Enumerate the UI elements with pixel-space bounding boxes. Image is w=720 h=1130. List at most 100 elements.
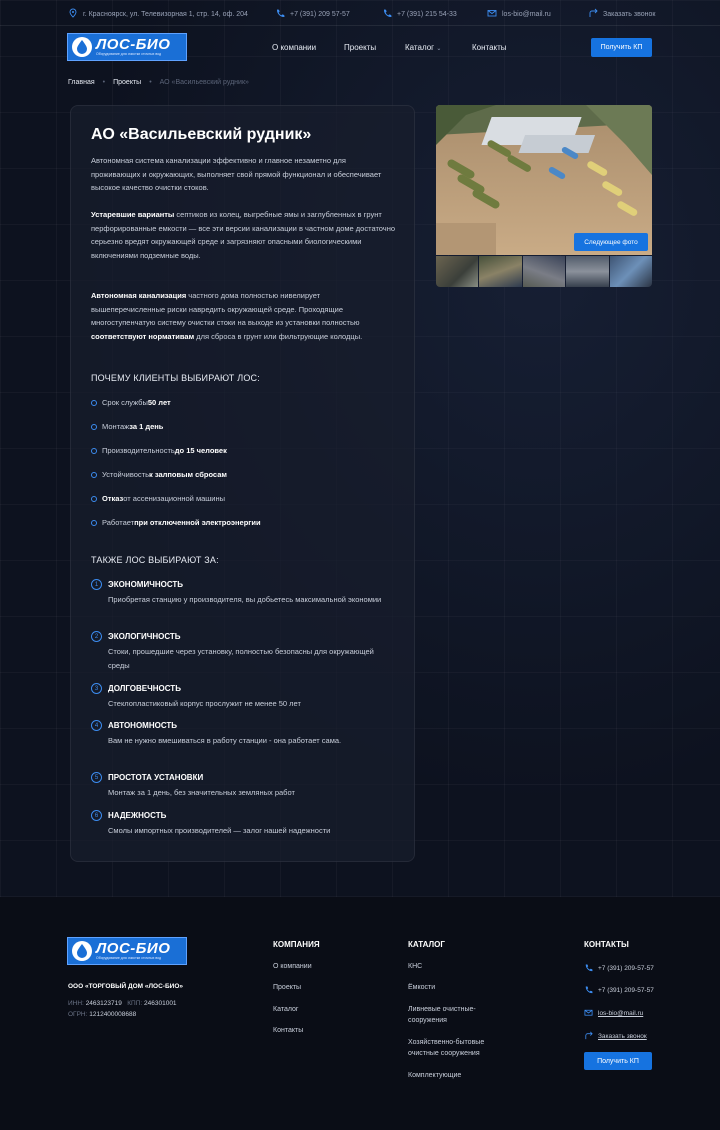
- location-icon: [68, 8, 78, 20]
- bullet-dot: [91, 495, 97, 502]
- bullet-dot: [91, 471, 97, 478]
- thumbnail[interactable]: [566, 256, 609, 287]
- project-gallery: Следующее фото: [436, 105, 652, 287]
- address-text: г. Красноярск, ул. Телевизорная 1, стр. …: [83, 10, 248, 18]
- paragraph-autonomous-bold: Автономная канализация: [91, 291, 187, 300]
- inn-value: 2463123719: [85, 1000, 122, 1007]
- project-card: АО «Васильевский рудник» Автономная сист…: [70, 105, 415, 862]
- footer-email[interactable]: los-bio@mail.ru: [584, 1008, 643, 1019]
- get-quote-button[interactable]: Получить КП: [591, 38, 652, 57]
- footer-phone-1[interactable]: +7 (391) 209-57-57: [584, 963, 654, 974]
- phone-text-2: +7 (391) 215 54-33: [397, 10, 457, 18]
- nav-item-about[interactable]: О компании: [272, 43, 316, 52]
- breadcrumb-projects[interactable]: Проекты: [113, 79, 141, 86]
- email-text: los-bio@mail.ru: [502, 10, 551, 18]
- why-item: Работает при отключенной электроэнергии: [91, 518, 261, 527]
- thumbnail[interactable]: [479, 256, 522, 287]
- phone-link-1[interactable]: +7 (391) 209 57-57: [275, 8, 350, 20]
- why-item-text: Устойчивость: [102, 470, 149, 479]
- why-item: Срок службы 50 лет: [91, 398, 171, 407]
- nav-item-catalog[interactable]: Каталог ⌄: [405, 43, 441, 52]
- feature-number: 4: [91, 720, 102, 731]
- callback-text: Заказать звонок: [603, 10, 656, 18]
- feature-title: ДОЛГОВЕЧНОСТЬ: [108, 684, 181, 693]
- why-item-post: от ассенизационной машины: [123, 494, 226, 503]
- paragraph-outdated-bold: Устаревшие варианты: [91, 210, 175, 219]
- callback-link[interactable]: Заказать звонок: [588, 8, 655, 20]
- why-item-text: Работает: [102, 518, 135, 527]
- footer-link-contacts[interactable]: Контакты: [273, 1025, 303, 1036]
- breadcrumb-separator: •: [149, 79, 152, 86]
- footer-catalog-title: КАТАЛОГ: [408, 940, 445, 949]
- kpp-value: 246301001: [144, 1000, 177, 1007]
- footer-get-quote-button[interactable]: Получить КП: [584, 1052, 652, 1070]
- feature-title: НАДЕЖНОСТЬ: [108, 811, 167, 820]
- phone-icon: [275, 8, 285, 20]
- breadcrumb-current: АО «Васильевский рудник»: [159, 79, 249, 86]
- why-item-bold: к залповым сбросам: [149, 470, 227, 479]
- paragraph-autonomous: Автономная канализация частного дома пол…: [91, 289, 396, 343]
- water-drop-icon: [72, 941, 92, 961]
- email-link[interactable]: los-bio@mail.ru: [487, 8, 551, 20]
- footer-link-about[interactable]: О компании: [273, 961, 312, 972]
- address-item: г. Красноярск, ул. Телевизорная 1, стр. …: [68, 8, 248, 20]
- thumbnail[interactable]: [522, 256, 566, 287]
- thumbnail-strip: [436, 256, 652, 287]
- site-logo[interactable]: ЛОС-БИО Оборудование для очистки сточных…: [67, 33, 187, 61]
- feature-desc: Стеклопластиковый корпус прослужит не ме…: [108, 699, 301, 708]
- footer-link-projects[interactable]: Проекты: [273, 982, 301, 993]
- thumbnail[interactable]: [436, 256, 479, 287]
- why-item-bold: до 15 человек: [174, 446, 227, 455]
- footer-link-household[interactable]: Хозяйственно-бытовые очистные сооружения: [408, 1037, 500, 1059]
- inn-label: ИНН:: [68, 1000, 84, 1007]
- breadcrumb: Главная • Проекты • АО «Васильевский руд…: [68, 79, 249, 86]
- company-ogrn: ОГРН: 1212400008688: [68, 1011, 136, 1018]
- paragraph-autonomous-bold-2: соответствуют нормативам: [91, 331, 195, 341]
- why-item-bold: Отказ: [102, 494, 124, 503]
- feature-title: ПРОСТОТА УСТАНОВКИ: [108, 773, 204, 782]
- phone-icon: [584, 985, 593, 996]
- feature-number: 5: [91, 772, 102, 783]
- callback-icon: [584, 1031, 593, 1042]
- phone-icon: [382, 8, 392, 20]
- footer-phone-2[interactable]: +7 (391) 209-57-57: [584, 985, 654, 996]
- chevron-down-icon: ⌄: [436, 46, 442, 52]
- footer-link-kns[interactable]: КНС: [408, 961, 508, 972]
- why-item: Производительность до 15 человек: [91, 446, 227, 455]
- why-item-text: Срок службы: [102, 398, 148, 407]
- footer-link-catalog[interactable]: Каталог: [273, 1004, 298, 1015]
- why-item-bold: за 1 день: [129, 422, 164, 431]
- feature-desc: Приобретая станцию у производителя, вы д…: [108, 595, 382, 604]
- phone-icon: [584, 963, 593, 974]
- site-footer: ЛОС-БИО Оборудование для очистки сточных…: [0, 897, 720, 1130]
- feature-desc: Вам не нужно вмешиваться в работу станци…: [108, 736, 342, 745]
- phone-link-2[interactable]: +7 (391) 215 54-33: [382, 8, 457, 20]
- why-item-text: Монтаж: [102, 422, 130, 431]
- paragraph-autonomous-end: для сброса в грунт или фильтрующие колод…: [194, 331, 363, 341]
- why-item-text: Производительность: [102, 446, 175, 455]
- footer-callback[interactable]: Заказать звонок: [584, 1031, 647, 1042]
- logo-tagline: Оборудование для очистки сточных вод: [96, 52, 162, 56]
- footer-contacts-title: КОНТАКТЫ: [584, 940, 629, 949]
- breadcrumb-home[interactable]: Главная: [68, 79, 95, 86]
- feature-desc: Смолы импортных производителей — залог н…: [108, 826, 331, 835]
- footer-company-title: КОМПАНИЯ: [273, 940, 320, 949]
- feature-title: АВТОНОМНОСТЬ: [108, 721, 178, 730]
- next-photo-button[interactable]: Следующее фото: [574, 233, 648, 251]
- intro-paragraph: Автономная система канализации эффективн…: [91, 156, 382, 192]
- footer-link-tanks[interactable]: Ёмкости: [408, 982, 508, 993]
- callback-icon: [588, 8, 598, 20]
- thumbnail[interactable]: [609, 256, 652, 287]
- footer-link-components[interactable]: Комплектующие: [408, 1070, 508, 1081]
- bullet-dot: [91, 519, 97, 526]
- nav-item-projects[interactable]: Проекты: [344, 43, 376, 52]
- feature-desc: Стоки, прошедшие через установку, полнос…: [108, 647, 374, 670]
- why-item: Устойчивость к залповым сбросам: [91, 470, 227, 479]
- footer-link-stormwater[interactable]: Ливневые очистные-сооружения: [408, 1004, 500, 1026]
- feature-number: 1: [91, 579, 102, 590]
- logo-name: ЛОС-БИО: [96, 36, 171, 53]
- bullet-dot: [91, 447, 97, 454]
- footer-logo[interactable]: ЛОС-БИО Оборудование для очистки сточных…: [67, 937, 187, 965]
- nav-item-contacts[interactable]: Контакты: [472, 43, 507, 52]
- page-title: АО «Васильевский рудник»: [91, 126, 312, 143]
